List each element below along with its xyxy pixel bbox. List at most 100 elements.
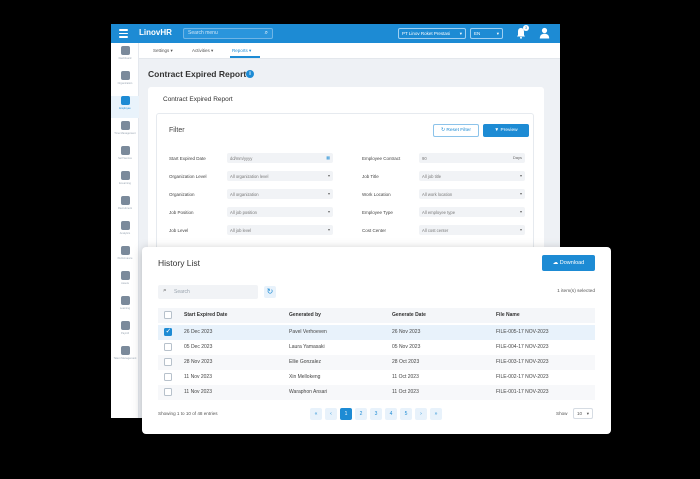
previous-page-button[interactable]: ‹	[325, 408, 337, 420]
download-button[interactable]: ☁ Download	[542, 255, 595, 271]
start-expired-date-input[interactable]: dd/mm/yyyy ▦	[227, 153, 333, 163]
sidebar-item-label: Learning	[119, 307, 131, 310]
sidebar-item-label: Talent Management	[113, 357, 137, 360]
sidebar-item-analytics[interactable]: Analytics	[111, 221, 139, 243]
cell-generated-by: Waraphon Ansari	[289, 389, 328, 395]
sidebar-item-assets[interactable]: Assets	[111, 271, 139, 293]
job-level-select[interactable]: All job level ▾	[227, 225, 333, 235]
chevron-down-icon: ▾	[496, 31, 499, 36]
cost-center-label: Cost Center	[362, 228, 387, 233]
job-position-select[interactable]: All job position ▾	[227, 207, 333, 217]
cell-generated-by: Laura Yamasaki	[289, 344, 325, 350]
cell-generate-date: 11 Oct 2023	[392, 374, 419, 380]
job-title-value: All job title	[422, 173, 442, 179]
sidebar-item-time-management[interactable]: Time Management	[111, 121, 139, 143]
page-button-5[interactable]: 5	[400, 408, 412, 420]
tab-reports[interactable]: Reports ▾	[232, 48, 251, 54]
table-row[interactable]: 28 Nov 2023 Ellie Gonzalez 28 Oct 2023 F…	[158, 355, 595, 370]
employee-type-value: All employee type	[422, 209, 456, 215]
language-select[interactable]: EN ▾	[470, 28, 503, 39]
user-avatar-icon[interactable]	[539, 27, 550, 39]
table-row[interactable]: 11 Nov 2023 Waraphon Ansari 11 Oct 2023 …	[158, 385, 595, 400]
work-location-label: Work Location	[362, 192, 391, 197]
column-header-generate-date: Generate Date	[392, 312, 426, 318]
employee-type-select[interactable]: All employee type ▾	[419, 207, 525, 217]
row-checkbox[interactable]	[164, 388, 172, 396]
row-checkbox[interactable]	[164, 343, 172, 351]
sidebar-item-performance[interactable]: Performance	[111, 246, 139, 268]
history-search-input[interactable]: ⌕ Search	[158, 285, 258, 299]
global-search-placeholder: Search menu	[188, 30, 218, 36]
reset-filter-button[interactable]: ↻ Reset Filter	[433, 124, 479, 137]
page-button-3[interactable]: 3	[370, 408, 382, 420]
preview-button[interactable]: ▼ Preview	[483, 124, 529, 137]
job-title-label: Job Title	[362, 174, 379, 179]
cost-center-select[interactable]: All cost center ▾	[419, 225, 525, 235]
row-checkbox[interactable]	[164, 373, 172, 381]
table-row[interactable]: 05 Dec 2023 Laura Yamasaki 05 Nov 2023 F…	[158, 340, 595, 355]
sidebar-item-e-learning[interactable]: E-learning	[111, 171, 139, 193]
row-checkbox[interactable]	[164, 327, 172, 336]
employee-contract-value: 90	[422, 155, 427, 161]
sidebar-item-label: Self Service	[118, 157, 132, 160]
play-icon	[120, 171, 130, 180]
global-search-input[interactable]: Search menu ⌕	[183, 28, 273, 39]
work-location-select[interactable]: All work location ▾	[419, 189, 525, 199]
sidebar-item-label: Analytics	[119, 232, 131, 235]
cell-file-name: FILE-003-17 NOV-2023	[496, 359, 549, 365]
sidebar-item-label: Performance	[117, 257, 133, 260]
sidebar-item-payroll[interactable]: Payroll	[111, 321, 139, 343]
people-icon	[120, 96, 130, 105]
page-button-4[interactable]: 4	[385, 408, 397, 420]
job-title-select[interactable]: All job title ▾	[419, 171, 525, 181]
first-page-button[interactable]: «	[310, 408, 322, 420]
organization-level-select[interactable]: All organization level ▾	[227, 171, 333, 181]
menu-icon[interactable]	[119, 29, 128, 38]
cell-generate-date: 28 Oct 2023	[392, 359, 420, 365]
tab-activities[interactable]: Activities ▾	[192, 48, 213, 54]
next-page-button[interactable]: ›	[415, 408, 427, 420]
cell-start-expired-date: 11 Nov 2023	[184, 389, 212, 395]
sidebar-item-label: Time Management	[114, 132, 136, 135]
tab-settings[interactable]: Settings ▾	[153, 48, 173, 54]
organization-select[interactable]: All organization ▾	[227, 189, 333, 199]
search-icon: ⌕	[264, 30, 268, 36]
cell-start-expired-date: 28 Nov 2023	[184, 359, 213, 365]
sidebar-item-dashboard[interactable]: Dashboard	[111, 46, 139, 68]
entries-info: Showing 1 to 10 of 48 entries	[158, 411, 218, 416]
row-checkbox[interactable]	[164, 358, 172, 366]
table-row[interactable]: 11 Nov 2023 Xin Mellokeng 11 Oct 2023 FI…	[158, 370, 595, 385]
active-tab-indicator	[230, 56, 260, 58]
page-size-select[interactable]: 10 ▾	[573, 408, 593, 419]
page-size-value: 10	[577, 411, 583, 416]
company-select[interactable]: PT Linov Roket Prestasi ▾	[398, 28, 466, 39]
organization-level-value: All organization level	[230, 173, 269, 179]
sidebar-item-learning[interactable]: Learning	[111, 296, 139, 318]
refresh-icon[interactable]: ↻	[264, 286, 276, 298]
home-icon	[120, 46, 130, 55]
sidebar-item-talent-management[interactable]: Talent Management	[111, 346, 139, 368]
hand-icon	[120, 146, 130, 155]
page-button-2[interactable]: 2	[355, 408, 367, 420]
employee-contract-input[interactable]: 90 Days	[419, 153, 525, 163]
column-header-file-name: File Name	[496, 312, 520, 318]
sidebar-item-organization[interactable]: Organization	[111, 71, 139, 93]
table-row[interactable]: 26 Dec 2023 Pavel Verhoeven 26 Nov 2023 …	[158, 325, 595, 340]
page-button-1[interactable]: 1	[340, 408, 352, 420]
download-label: Download	[559, 260, 585, 266]
cell-start-expired-date: 26 Dec 2023	[184, 329, 213, 335]
sidebar-item-self-service[interactable]: Self Service	[111, 146, 139, 168]
select-all-checkbox[interactable]	[164, 311, 172, 319]
calendar-icon: ▦	[326, 155, 330, 160]
info-icon[interactable]: i	[246, 70, 254, 78]
chevron-down-icon: ▾	[586, 411, 589, 416]
clock-icon	[120, 121, 130, 130]
cell-start-expired-date: 05 Dec 2023	[184, 344, 213, 350]
sidebar-item-recruitment[interactable]: Recruitment	[111, 196, 139, 218]
start-expired-date-value: dd/mm/yyyy	[230, 155, 253, 161]
sidebar-item-employee[interactable]: Employee	[111, 96, 139, 118]
cell-file-name: FILE-005-17 NOV-2023	[496, 329, 549, 335]
last-page-button[interactable]: »	[430, 408, 442, 420]
history-list-title: History List	[158, 258, 201, 268]
book-icon	[120, 296, 130, 305]
